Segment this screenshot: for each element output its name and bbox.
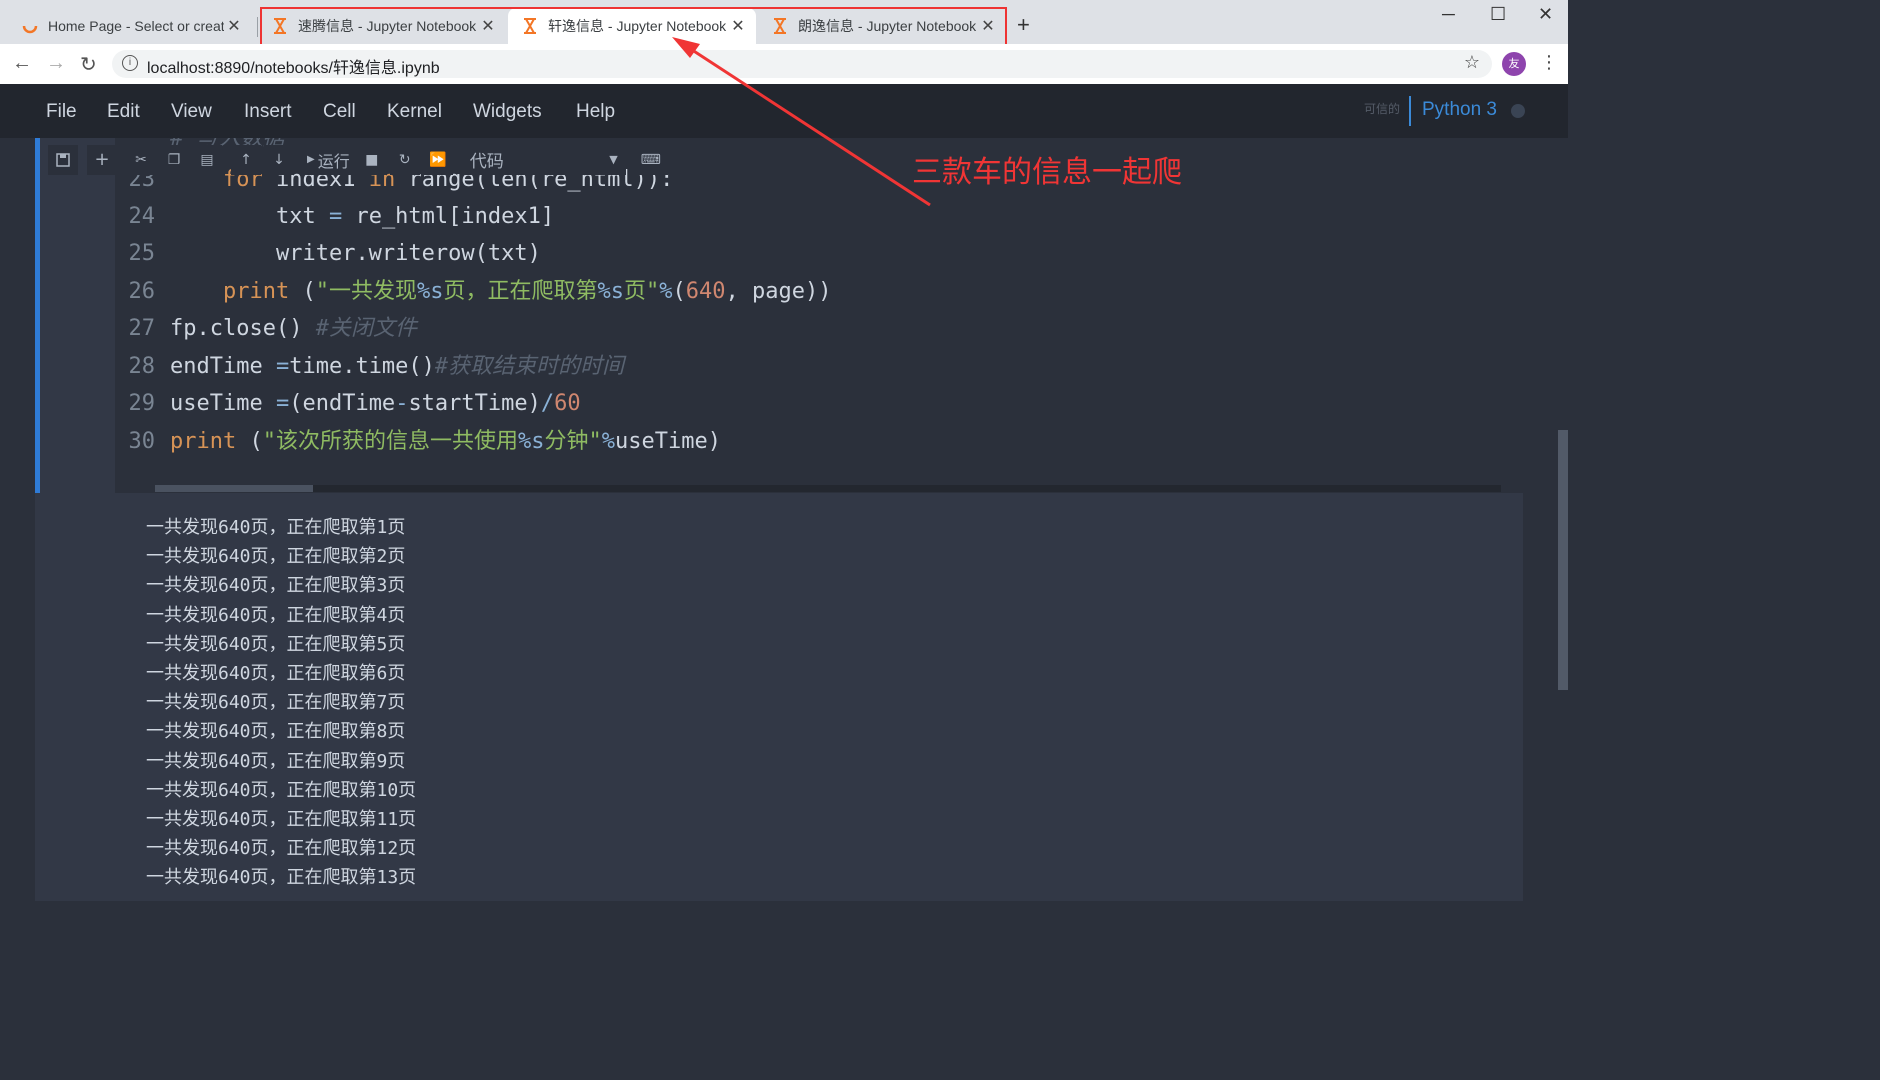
annotation-arrow	[672, 37, 931, 207]
annotation-text: 三款车的信息一起爬	[912, 155, 1182, 190]
